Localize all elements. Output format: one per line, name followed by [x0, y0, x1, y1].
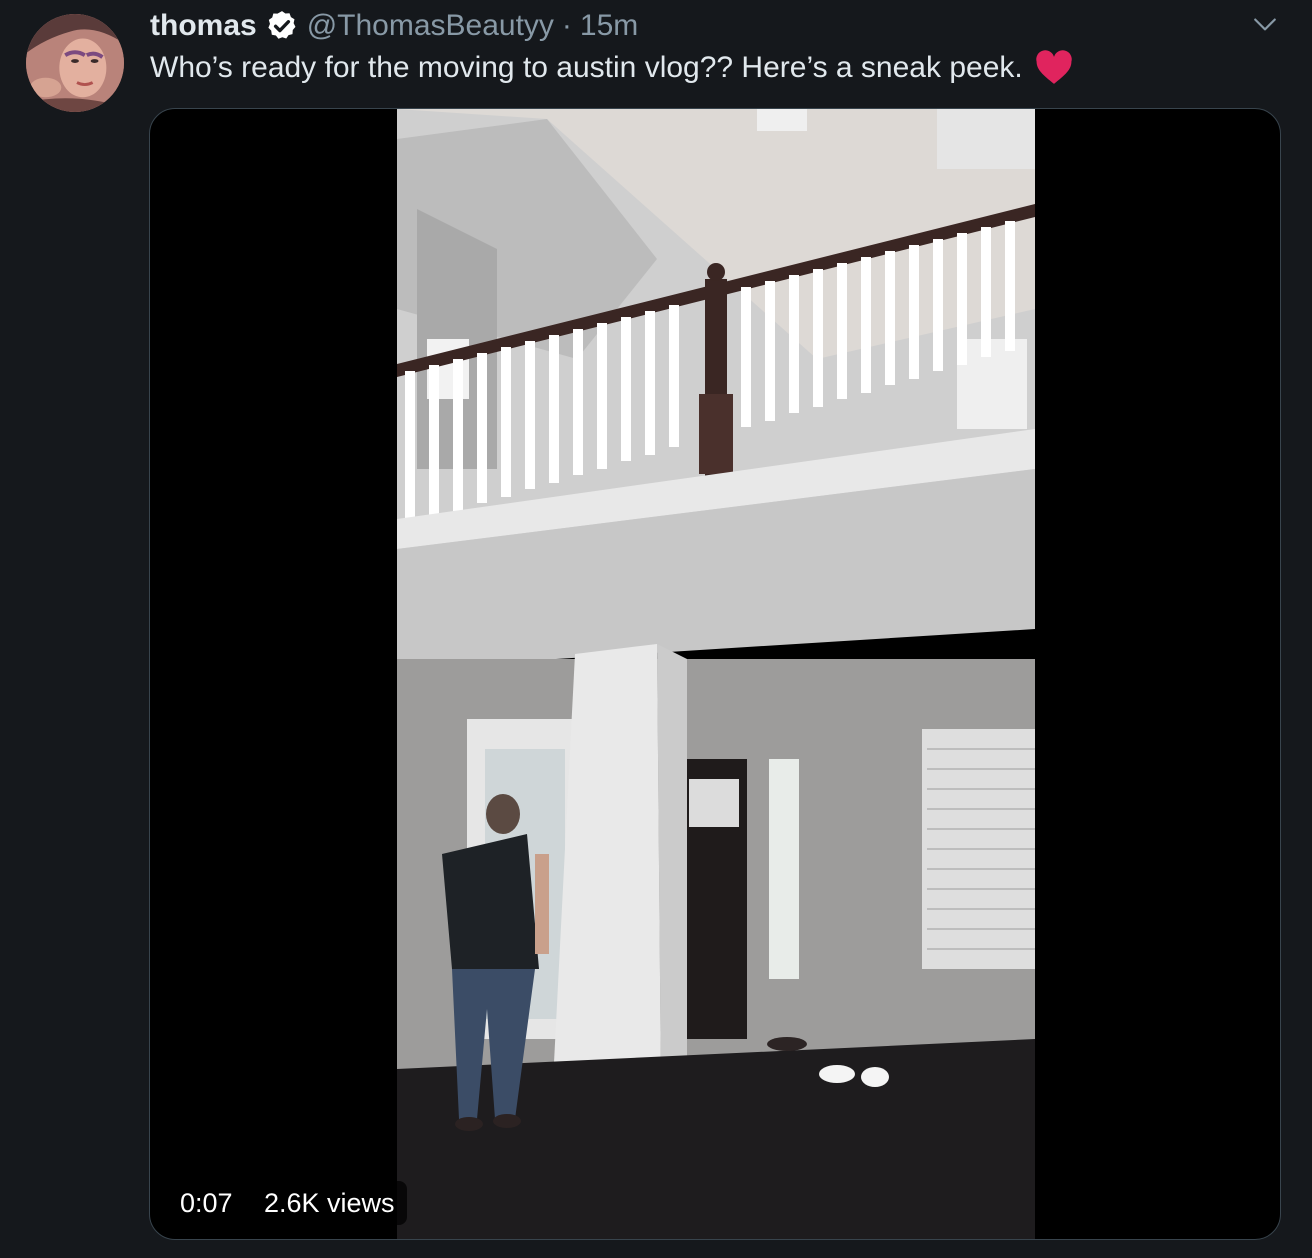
handle[interactable]: @ThomasBeautyy [307, 9, 554, 43]
separator: · [561, 9, 572, 42]
tweet[interactable]: thomas @ThomasBeautyy · 15m Who’s ready … [0, 0, 1312, 1258]
display-name[interactable]: thomas [150, 9, 257, 43]
views-badge: 2.6K views [252, 1181, 407, 1225]
verified-icon [265, 9, 299, 43]
heart-icon [1035, 50, 1073, 86]
timestamp[interactable]: 15m [580, 9, 638, 43]
tweet-text: Who’s ready for the moving to austin vlo… [150, 50, 1073, 86]
video-player[interactable]: 0:07 2.6K views [149, 108, 1281, 1240]
tweet-text-content: Who’s ready for the moving to austin vlo… [150, 51, 1023, 84]
tweet-header: thomas @ThomasBeautyy · 15m [150, 6, 638, 46]
avatar[interactable] [26, 14, 124, 112]
duration-badge: 0:07 [168, 1181, 245, 1225]
avatar-image [26, 14, 124, 112]
video-frame[interactable] [397, 109, 1035, 1239]
video-still [397, 109, 1035, 1239]
caret-icon[interactable] [1252, 12, 1278, 38]
